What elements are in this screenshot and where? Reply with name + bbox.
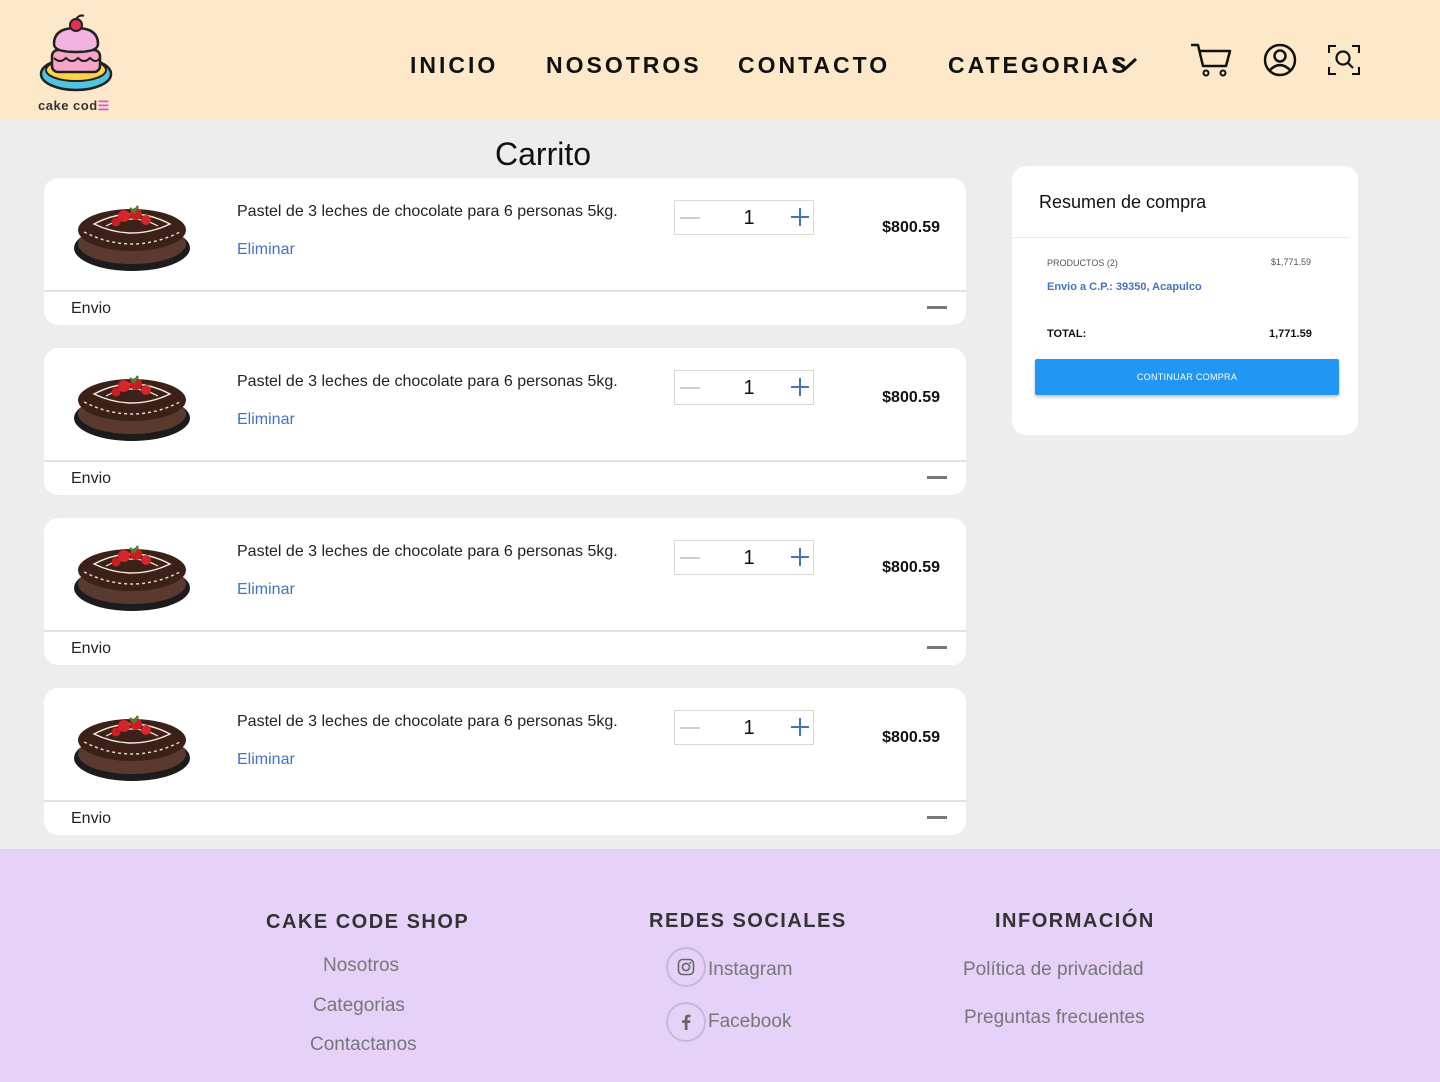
item-price: $800.59: [882, 389, 940, 406]
nav-contacto[interactable]: CONTACTO: [738, 52, 890, 79]
quantity-stepper: 1: [674, 370, 814, 405]
decrease-button[interactable]: [680, 217, 700, 219]
collapse-toggle[interactable]: [927, 306, 947, 309]
divider: [44, 630, 966, 632]
increase-button[interactable]: [791, 208, 809, 226]
search-scan-icon[interactable]: [1326, 42, 1362, 78]
item-price: $800.59: [882, 219, 940, 236]
user-icon[interactable]: [1262, 42, 1298, 78]
nav-nosotros[interactable]: NOSOTROS: [546, 52, 702, 79]
decrease-button[interactable]: [680, 727, 700, 729]
cake-product-image: [74, 205, 190, 271]
products-subtotal: $1,771.59: [1271, 257, 1312, 267]
cart-item: Pastel de 3 leches de chocolate para 6 p…: [44, 688, 966, 835]
remove-link[interactable]: Eliminar: [237, 751, 295, 769]
product-name: Pastel de 3 leches de chocolate para 6 p…: [237, 713, 618, 730]
site-logo[interactable]: cake cod☰: [34, 14, 118, 114]
shipping-address-link[interactable]: Envio a C.P.: 39350, Acapulco: [1047, 281, 1202, 293]
quantity-value[interactable]: 1: [735, 547, 763, 570]
quantity-stepper: 1: [674, 710, 814, 745]
footer-link-instagram[interactable]: Instagram: [708, 959, 792, 981]
increase-button[interactable]: [791, 378, 809, 396]
quantity-value[interactable]: 1: [735, 377, 763, 400]
remove-link[interactable]: Eliminar: [237, 411, 295, 429]
shipping-label: Envio: [71, 640, 112, 657]
cake-product-image: [74, 715, 190, 781]
cake-product-image: [74, 545, 190, 611]
decrease-button[interactable]: [680, 387, 700, 389]
logo-text: cake cod: [38, 98, 98, 113]
page-title: Carrito: [495, 136, 592, 172]
cart-icon[interactable]: [1189, 42, 1233, 78]
collapse-toggle[interactable]: [927, 476, 947, 479]
shipping-label: Envio: [71, 300, 112, 317]
menu-icon: ☰: [97, 98, 110, 113]
instagram-icon[interactable]: [666, 947, 706, 987]
cart-item: Pastel de 3 leches de chocolate para 6 p…: [44, 518, 966, 665]
product-name: Pastel de 3 leches de chocolate para 6 p…: [237, 373, 618, 390]
purchase-summary: Resumen de compra PRODUCTOS (2) $1,771.5…: [1012, 166, 1358, 435]
remove-link[interactable]: Eliminar: [237, 241, 295, 259]
footer-heading-social: REDES SOCIALES: [649, 910, 847, 932]
footer-heading-shop: CAKE CODE SHOP: [266, 911, 470, 933]
facebook-icon[interactable]: [666, 1002, 706, 1042]
continue-purchase-button[interactable]: CONTINUAR COMPRA: [1035, 359, 1339, 395]
cake-logo-icon: [39, 14, 113, 92]
item-price: $800.59: [882, 729, 940, 746]
footer-link-faq[interactable]: Preguntas frecuentes: [964, 1007, 1145, 1029]
quantity-value[interactable]: 1: [735, 207, 763, 230]
quantity-stepper: 1: [674, 200, 814, 235]
nav-categorias[interactable]: CATEGORIAS: [948, 52, 1130, 79]
total-label: TOTAL:: [1047, 328, 1087, 340]
product-name: Pastel de 3 leches de chocolate para 6 p…: [237, 203, 618, 220]
footer-heading-info: INFORMACIÓN: [995, 910, 1155, 932]
item-price: $800.59: [882, 559, 940, 576]
product-name: Pastel de 3 leches de chocolate para 6 p…: [237, 543, 618, 560]
cart-item: Pastel de 3 leches de chocolate para 6 p…: [44, 178, 966, 325]
quantity-stepper: 1: [674, 540, 814, 575]
summary-title: Resumen de compra: [1039, 192, 1207, 212]
decrease-button[interactable]: [680, 557, 700, 559]
footer-link-contactanos[interactable]: Contactanos: [310, 1034, 417, 1056]
footer-link-nosotros[interactable]: Nosotros: [323, 955, 399, 977]
site-footer: CAKE CODE SHOP Nosotros Categorias Conta…: [0, 849, 1440, 1082]
total-value: 1,771.59: [1269, 328, 1312, 340]
shipping-label: Envio: [71, 470, 112, 487]
collapse-toggle[interactable]: [927, 816, 947, 819]
cake-product-image: [74, 375, 190, 441]
collapse-toggle[interactable]: [927, 646, 947, 649]
divider: [44, 460, 966, 462]
increase-button[interactable]: [791, 718, 809, 736]
divider: [44, 290, 966, 292]
cart-item: Pastel de 3 leches de chocolate para 6 p…: [44, 348, 966, 495]
shipping-label: Envio: [71, 810, 112, 827]
quantity-value[interactable]: 1: [735, 717, 763, 740]
products-count-label: PRODUCTOS (2): [1047, 258, 1118, 268]
divider: [1012, 237, 1350, 238]
footer-link-privacy[interactable]: Política de privacidad: [963, 959, 1144, 981]
footer-link-facebook[interactable]: Facebook: [708, 1011, 791, 1033]
chevron-down-icon[interactable]: [1112, 55, 1138, 73]
remove-link[interactable]: Eliminar: [237, 581, 295, 599]
nav-inicio[interactable]: INICIO: [410, 52, 498, 79]
divider: [44, 800, 966, 802]
increase-button[interactable]: [791, 548, 809, 566]
footer-link-categorias[interactable]: Categorias: [313, 995, 405, 1017]
site-header: cake cod☰ INICIO NOSOTROS CONTACTO CATEG…: [0, 0, 1440, 120]
